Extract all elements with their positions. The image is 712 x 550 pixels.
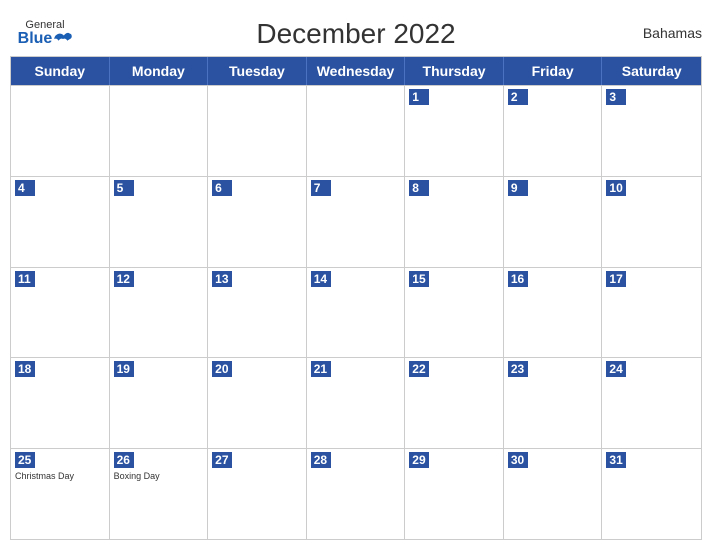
- logo-bird-icon: [54, 32, 72, 46]
- day-cell: [110, 86, 209, 176]
- day-number: 17: [606, 271, 626, 287]
- day-cell: 23: [504, 358, 603, 448]
- day-number: 13: [212, 271, 232, 287]
- day-number: 25: [15, 452, 35, 468]
- day-number: 10: [606, 180, 626, 196]
- day-cell: 20: [208, 358, 307, 448]
- day-number: 11: [15, 271, 35, 287]
- day-header-sunday: Sunday: [11, 57, 110, 85]
- day-number: 12: [114, 271, 134, 287]
- holiday-label: Christmas Day: [15, 471, 105, 481]
- day-number: 3: [606, 89, 626, 105]
- day-number: 23: [508, 361, 528, 377]
- day-number: 26: [114, 452, 134, 468]
- day-cell: 11: [11, 268, 110, 358]
- day-cell: 19: [110, 358, 209, 448]
- day-number: 6: [212, 180, 232, 196]
- day-cell: 27: [208, 449, 307, 539]
- day-cell: 10: [602, 177, 701, 267]
- day-number: 8: [409, 180, 429, 196]
- day-cell: 30: [504, 449, 603, 539]
- day-number: 9: [508, 180, 528, 196]
- day-number: 18: [15, 361, 35, 377]
- day-number: 20: [212, 361, 232, 377]
- day-cell: 28: [307, 449, 406, 539]
- day-number: 31: [606, 452, 626, 468]
- day-cell: 12: [110, 268, 209, 358]
- day-number: 14: [311, 271, 331, 287]
- day-cell: [307, 86, 406, 176]
- day-header-tuesday: Tuesday: [208, 57, 307, 85]
- day-cell: 22: [405, 358, 504, 448]
- week-row-1: 1 2 3: [11, 85, 701, 176]
- calendar: SundayMondayTuesdayWednesdayThursdayFrid…: [10, 56, 702, 540]
- day-number: 21: [311, 361, 331, 377]
- day-headers-row: SundayMondayTuesdayWednesdayThursdayFrid…: [11, 57, 701, 85]
- day-cell: 9: [504, 177, 603, 267]
- day-cell: 1: [405, 86, 504, 176]
- country-label: Bahamas: [643, 25, 702, 41]
- day-cell: 29: [405, 449, 504, 539]
- day-number: 4: [15, 180, 35, 196]
- day-header-thursday: Thursday: [405, 57, 504, 85]
- day-cell: 5: [110, 177, 209, 267]
- day-cell: 26 Boxing Day: [110, 449, 209, 539]
- day-cell: 7: [307, 177, 406, 267]
- month-title: December 2022: [256, 18, 455, 50]
- day-cell: [11, 86, 110, 176]
- day-number: 19: [114, 361, 134, 377]
- logo: General Blue: [10, 19, 80, 47]
- day-cell: 6: [208, 177, 307, 267]
- week-row-3: 11 12 13 14 15 16 17: [11, 267, 701, 358]
- day-number: 15: [409, 271, 429, 287]
- calendar-header: General Blue December 2022 Bahamas: [10, 10, 702, 56]
- day-cell: 14: [307, 268, 406, 358]
- day-cell: 3: [602, 86, 701, 176]
- day-cell: 15: [405, 268, 504, 358]
- logo-blue-text: Blue: [18, 31, 53, 47]
- day-cell: 13: [208, 268, 307, 358]
- day-number: 5: [114, 180, 134, 196]
- day-cell: 2: [504, 86, 603, 176]
- holiday-label: Boxing Day: [114, 471, 204, 481]
- day-cell: 4: [11, 177, 110, 267]
- day-number: 22: [409, 361, 429, 377]
- day-number: 1: [409, 89, 429, 105]
- day-number: 16: [508, 271, 528, 287]
- day-cell: 8: [405, 177, 504, 267]
- day-cell: 18: [11, 358, 110, 448]
- day-cell: 16: [504, 268, 603, 358]
- week-row-2: 4 5 6 7 8 9 10: [11, 176, 701, 267]
- day-cell: 17: [602, 268, 701, 358]
- day-number: 28: [311, 452, 331, 468]
- day-header-friday: Friday: [504, 57, 603, 85]
- weeks-container: 1234567891011121314151617181920212223242…: [11, 85, 701, 539]
- day-number: 27: [212, 452, 232, 468]
- day-number: 24: [606, 361, 626, 377]
- day-cell: 31: [602, 449, 701, 539]
- day-cell: [208, 86, 307, 176]
- day-number: 29: [409, 452, 429, 468]
- week-row-5: 25 Christmas Day 26 Boxing Day 27 28 29 30 31: [11, 448, 701, 539]
- day-cell: 24: [602, 358, 701, 448]
- day-cell: 25 Christmas Day: [11, 449, 110, 539]
- day-header-monday: Monday: [110, 57, 209, 85]
- day-number: 7: [311, 180, 331, 196]
- day-cell: 21: [307, 358, 406, 448]
- day-header-saturday: Saturday: [602, 57, 701, 85]
- day-header-wednesday: Wednesday: [307, 57, 406, 85]
- week-row-4: 18 19 20 21 22 23 24: [11, 357, 701, 448]
- day-number: 30: [508, 452, 528, 468]
- day-number: 2: [508, 89, 528, 105]
